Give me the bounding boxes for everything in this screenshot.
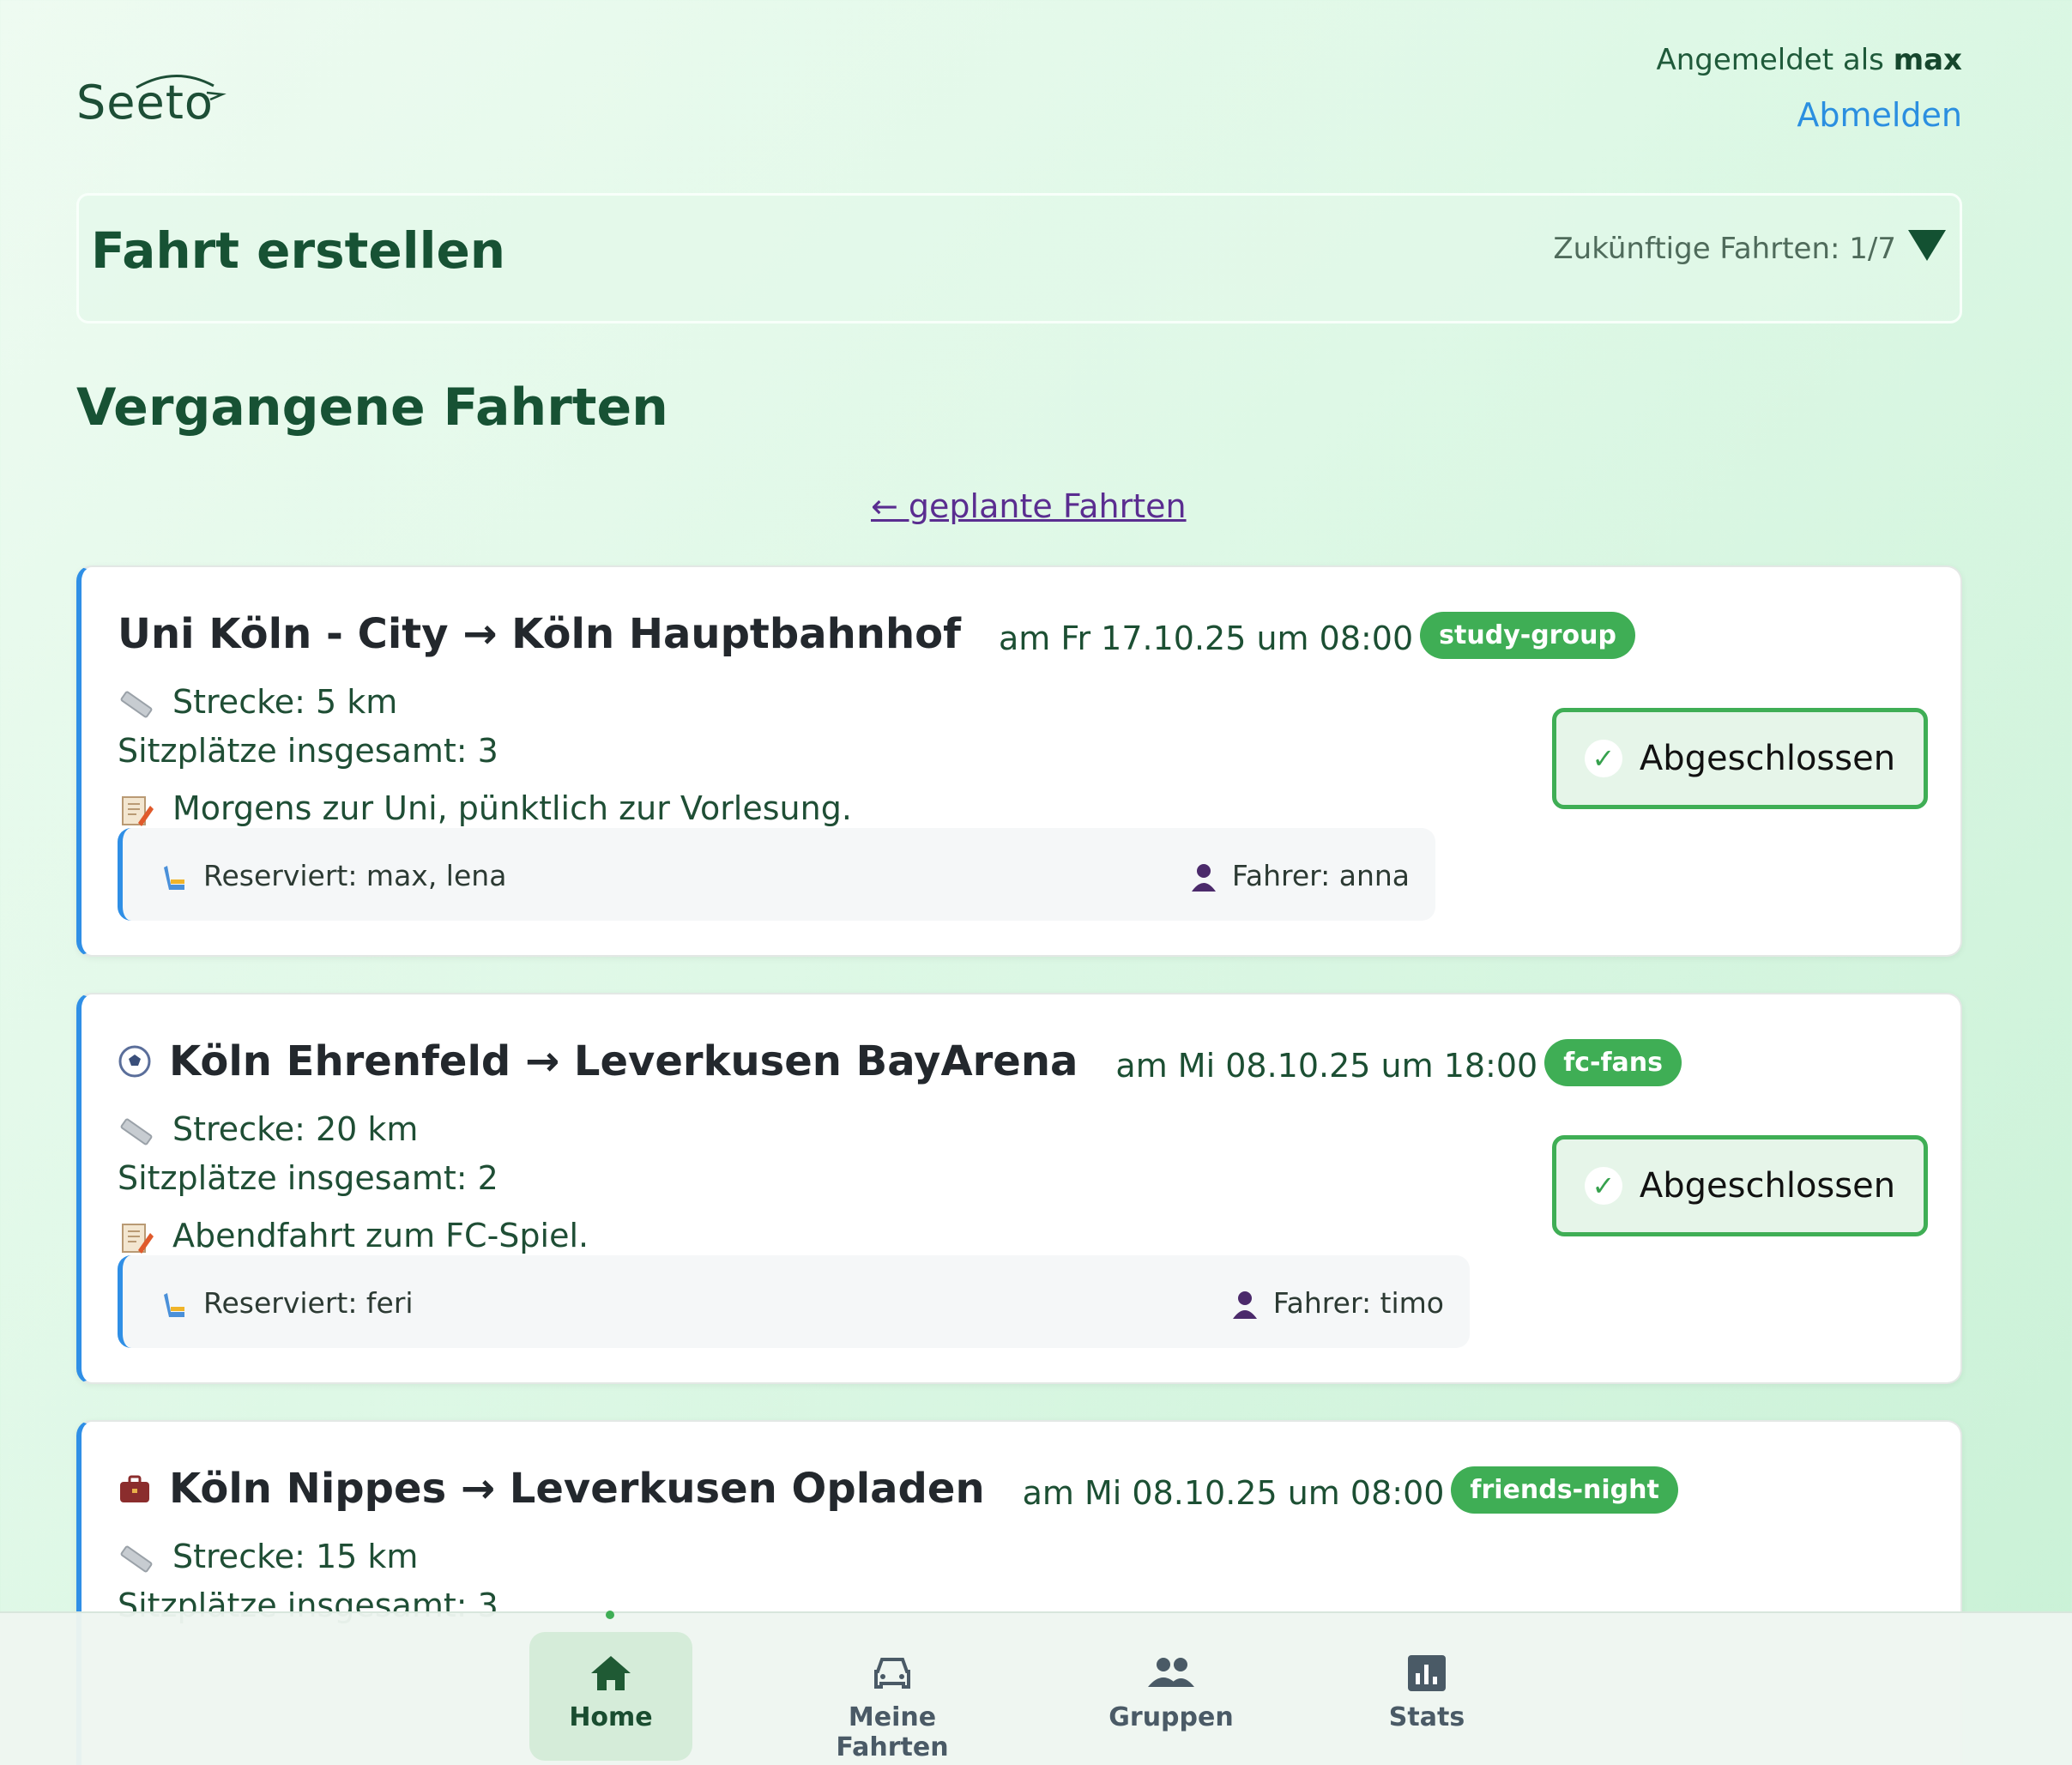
create-ride-panel[interactable]: Fahrt erstellen Zukünftige Fahrten: 1/7	[76, 193, 1962, 323]
expand-triangle-icon[interactable]	[1908, 230, 1946, 261]
group-badge: study-group	[1420, 612, 1635, 659]
ride-distance-text: Strecke: 5 km	[172, 683, 398, 721]
future-rides-count: Zukünftige Fahrten: 1/7	[1553, 232, 1896, 266]
bottom-nav: Home Meine Fahrten Gruppen Stats	[0, 1611, 2072, 1765]
completed-button[interactable]: ✓ Abgeschlossen	[1552, 1135, 1928, 1236]
nav-groups-label: Gruppen	[1108, 1702, 1234, 1732]
seat-icon	[164, 1292, 184, 1317]
reserved-info: Reserviert: feri	[160, 1286, 414, 1321]
logged-in-prefix: Angemeldet als	[1656, 43, 1884, 77]
group-badge: fc-fans	[1544, 1039, 1682, 1086]
user-box: Angemeldet als max Abmelden	[1656, 43, 1962, 134]
ride-note: Morgens zur Uni, pünktlich zur Vorlesung…	[118, 789, 852, 828]
logo-swoosh-icon	[136, 75, 227, 101]
reserved-text: Reserviert: max, lena	[203, 859, 507, 892]
ride-header: Uni Köln - City → Köln Hauptbahnhof am Fr…	[118, 608, 1635, 659]
ride-route: Köln Ehrenfeld → Leverkusen BayArena	[169, 1037, 1078, 1085]
nav-home-label: Home	[569, 1702, 653, 1732]
nav-groups[interactable]: Gruppen	[1090, 1632, 1253, 1761]
logout-link[interactable]: Abmelden	[1797, 96, 1962, 134]
ride-datetime: am Mi 08.10.25 um 18:00	[1115, 1046, 1538, 1085]
ride-header: Köln Ehrenfeld → Leverkusen BayArena am M…	[118, 1036, 1682, 1086]
app-logo[interactable]: Seeto	[76, 75, 227, 130]
ride-distance: Strecke: 20 km	[118, 1110, 418, 1149]
completed-label: Abgeschlossen	[1639, 1166, 1896, 1206]
ride-seats: Sitzplätze insgesamt: 2	[118, 1159, 498, 1197]
completed-button[interactable]: ✓ Abgeschlossen	[1552, 708, 1928, 809]
nav-stats-label: Stats	[1388, 1702, 1465, 1732]
ride-distance: Strecke: 15 km	[118, 1538, 418, 1576]
nav-my-rides-label: Meine Fahrten	[836, 1702, 949, 1762]
driver-info: Fahrer: timo	[1230, 1286, 1444, 1321]
ruler-icon	[120, 691, 153, 717]
seat-icon	[164, 865, 184, 890]
ruler-icon	[120, 1545, 153, 1572]
briefcase-icon	[120, 1475, 149, 1502]
past-rides-title: Vergangene Fahrten	[76, 378, 668, 438]
reserved-info: Reserviert: max, lena	[160, 859, 506, 893]
ride-note-text: Abendfahrt zum FC-Spiel.	[172, 1217, 589, 1254]
nav-stats[interactable]: Stats	[1362, 1632, 1491, 1761]
stats-icon	[1408, 1655, 1446, 1691]
active-indicator-dot	[606, 1611, 614, 1619]
car-icon	[874, 1658, 910, 1689]
driver-info: Fahrer: anna	[1189, 859, 1410, 893]
ride-distance-text: Strecke: 15 km	[172, 1538, 419, 1575]
driver-text: Fahrer: anna	[1231, 859, 1410, 892]
memo-icon	[122, 795, 154, 826]
create-ride-title: Fahrt erstellen	[91, 221, 506, 280]
ride-route: Köln Nippes → Leverkusen Opladen	[169, 1464, 985, 1513]
ruler-icon	[120, 1118, 153, 1145]
ride-distance: Strecke: 5 km	[118, 683, 397, 722]
ride-route: Uni Köln - City → Köln Hauptbahnhof	[118, 609, 961, 658]
ride-note-text: Morgens zur Uni, pünktlich zur Vorlesung…	[172, 789, 852, 827]
ride-card: Uni Köln - City → Köln Hauptbahnhof am Fr…	[76, 565, 1962, 957]
nav-my-rides[interactable]: Meine Fahrten	[789, 1632, 995, 1762]
groups-icon	[1148, 1658, 1194, 1687]
home-icon	[591, 1656, 631, 1690]
reservation-box: Reserviert: max, lena Fahrer: anna	[118, 828, 1435, 921]
ride-distance-text: Strecke: 20 km	[172, 1110, 419, 1148]
group-badge: friends-night	[1451, 1466, 1678, 1514]
memo-icon	[122, 1223, 154, 1254]
nav-home[interactable]: Home	[529, 1632, 692, 1761]
ride-datetime: am Fr 17.10.25 um 08:00	[999, 619, 1414, 657]
ride-header: Köln Nippes → Leverkusen Opladen am Mi 08…	[118, 1463, 1678, 1514]
check-icon: ✓	[1584, 740, 1622, 777]
reserved-text: Reserviert: feri	[203, 1286, 414, 1320]
ride-seats: Sitzplätze insgesamt: 3	[118, 732, 498, 770]
person-icon	[1232, 1291, 1257, 1319]
driver-text: Fahrer: timo	[1272, 1286, 1444, 1320]
person-icon	[1191, 863, 1216, 892]
ride-datetime: am Mi 08.10.25 um 08:00	[1022, 1473, 1445, 1512]
logged-in-info: Angemeldet als max	[1656, 43, 1962, 77]
ride-card: Köln Ehrenfeld → Leverkusen BayArena am M…	[76, 993, 1962, 1384]
reservation-box: Reserviert: feri Fahrer: timo	[118, 1255, 1470, 1348]
check-icon: ✓	[1584, 1167, 1622, 1205]
username: max	[1893, 43, 1962, 77]
planned-rides-link[interactable]: ← geplante Fahrten	[871, 487, 1187, 525]
ride-note: Abendfahrt zum FC-Spiel.	[118, 1217, 589, 1255]
completed-label: Abgeschlossen	[1639, 739, 1896, 778]
soccer-ball-icon	[118, 1045, 151, 1077]
